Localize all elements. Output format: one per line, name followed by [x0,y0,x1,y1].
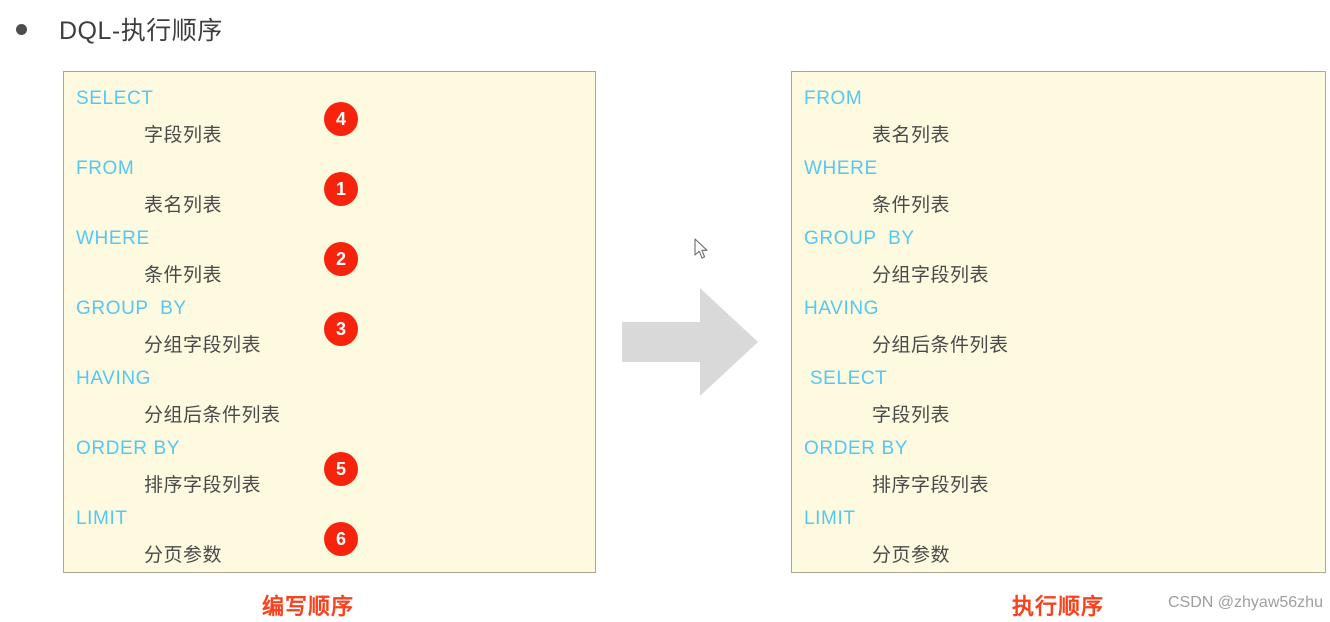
writing-order-panel: SELECT 字段列表 4 FROM 表名列表 1 WHERE 条件列表 2 GROUP BY 分组… [63,71,596,573]
sql-keyword: WHERE [76,228,150,249]
sql-clause-description: 条件列表 [872,195,951,216]
order-badge: 1 [324,172,358,206]
sql-clause-row: WHERE 条件列表 2 [64,228,595,298]
sql-keyword: GROUP BY [804,228,915,249]
mouse-pointer-icon [694,238,708,259]
page-title: DQL-执行顺序 [59,17,223,45]
sql-clause-row: FROM 表名列表 [792,88,1325,158]
sql-clause-description: 分页参数 [144,545,223,566]
bullet-icon [16,23,27,35]
sql-keyword: SELECT [76,88,154,109]
sql-clause-description: 字段列表 [144,125,223,146]
sql-keyword: ORDER BY [804,438,909,459]
execution-order-panel: FROM 表名列表 WHERE 条件列表 GROUP BY 分组字段列表 HAVING 分组后… [791,71,1326,573]
sql-clause-description: 字段列表 [872,405,951,426]
sql-clause-description: 表名列表 [872,125,951,146]
sql-keyword: HAVING [804,298,880,319]
order-badge: 2 [324,242,358,276]
writing-order-row-list: SELECT 字段列表 4 FROM 表名列表 1 WHERE 条件列表 2 GROUP BY 分组… [64,72,595,572]
sql-clause-row: GROUP BY 分组字段列表 3 [64,298,595,368]
sql-keyword: GROUP BY [76,298,187,319]
sql-keyword: WHERE [804,158,878,179]
sql-keyword: HAVING [76,368,152,389]
sql-clause-row: LIMIT 分页参数 [792,508,1325,572]
sql-clause-row: FROM 表名列表 1 [64,158,595,228]
sql-clause-description: 分组字段列表 [872,265,990,286]
sql-clause-row: ORDER BY 排序字段列表 [792,438,1325,508]
sql-clause-row: SELECT 字段列表 [792,368,1325,438]
sql-clause-row: LIMIT 分页参数 6 [64,508,595,572]
sql-clause-description: 分组后条件列表 [144,405,281,426]
slide-heading: DQL-执行顺序 [0,8,1330,50]
sql-keyword: FROM [804,88,863,109]
order-badge: 3 [324,312,358,346]
sql-clause-row: GROUP BY 分组字段列表 [792,228,1325,298]
sql-clause-row: HAVING 分组后条件列表 [64,368,595,438]
sql-clause-description: 分组字段列表 [144,335,262,356]
order-badge: 5 [324,452,358,486]
execution-order-caption: 执行顺序 [1012,594,1105,619]
order-badge: 6 [324,522,358,556]
sql-keyword: SELECT [804,368,888,389]
sql-keyword: ORDER BY [76,438,181,459]
sql-clause-description: 排序字段列表 [872,475,990,496]
sql-keyword: LIMIT [804,508,856,529]
sql-keyword: FROM [76,158,135,179]
writing-order-caption: 编写顺序 [262,594,355,619]
sql-clause-description: 排序字段列表 [144,475,262,496]
arrow-right-icon [622,288,758,396]
sql-clause-row: ORDER BY 排序字段列表 5 [64,438,595,508]
sql-clause-description: 分组后条件列表 [872,335,1009,356]
sql-clause-description: 分页参数 [872,545,951,566]
watermark: CSDN @zhyaw56zhu [1168,594,1323,611]
sql-clause-row: WHERE 条件列表 [792,158,1325,228]
sql-keyword: LIMIT [76,508,128,529]
sql-clause-row: SELECT 字段列表 4 [64,88,595,158]
sql-clause-description: 条件列表 [144,265,223,286]
sql-clause-row: HAVING 分组后条件列表 [792,298,1325,368]
execution-order-row-list: FROM 表名列表 WHERE 条件列表 GROUP BY 分组字段列表 HAVING 分组后… [792,72,1325,572]
sql-clause-description: 表名列表 [144,195,223,216]
order-badge: 4 [324,102,358,136]
